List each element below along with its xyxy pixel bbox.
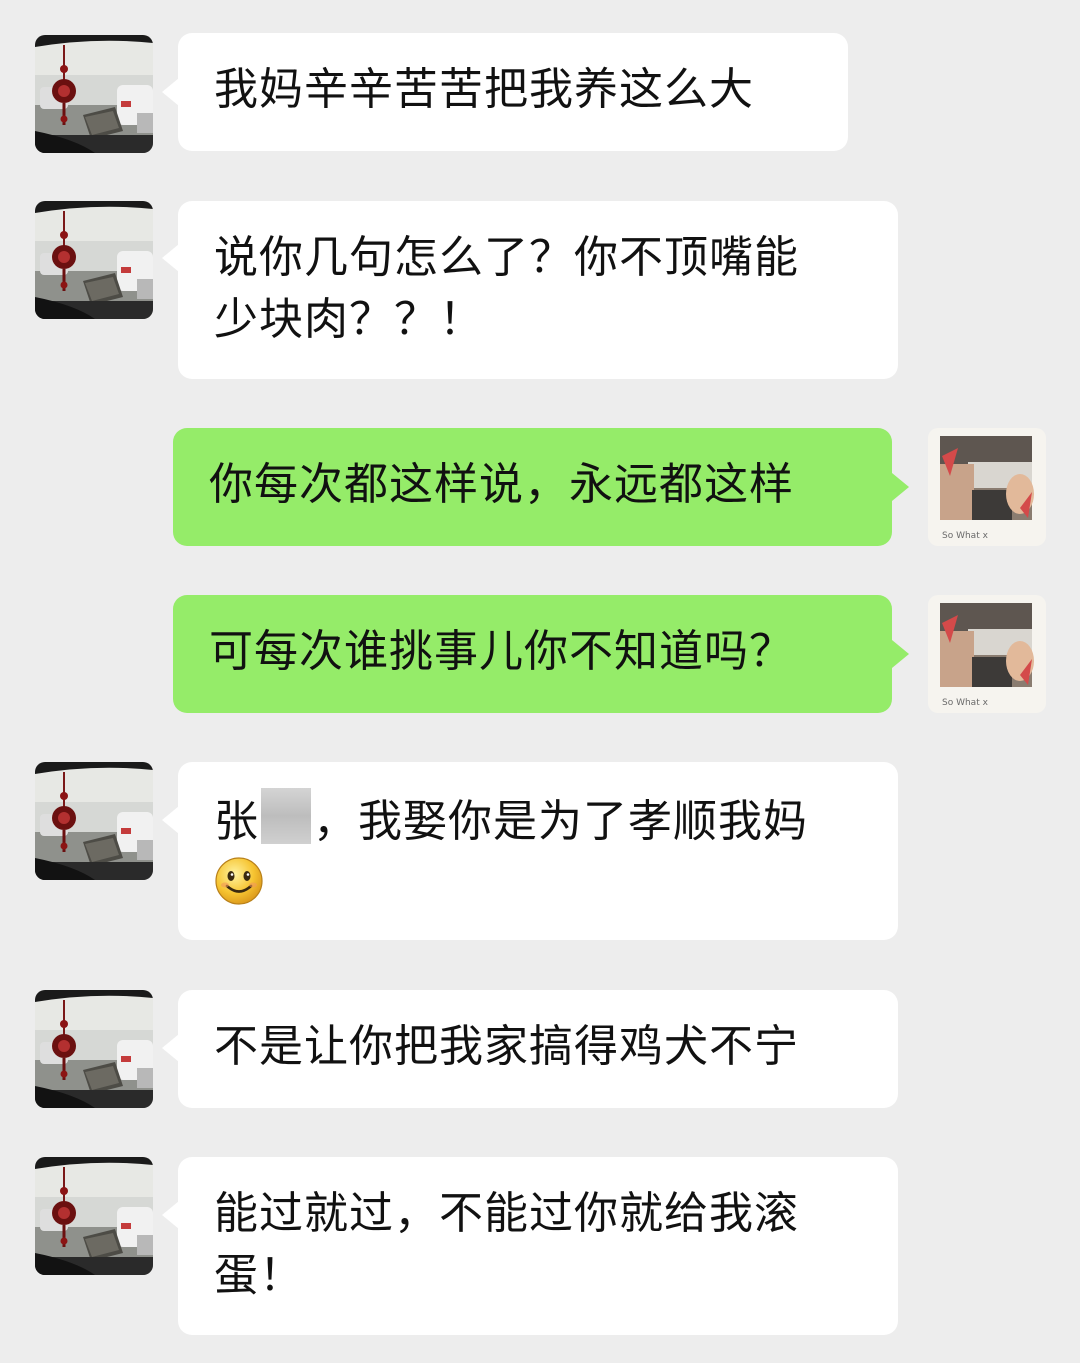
message-bubble-incoming[interactable]: 说你几句怎么了？你不顶嘴能 少块肉？？！ xyxy=(178,201,898,379)
message-text: 不是让你把我家搞得鸡犬不宁 xyxy=(214,1021,799,1072)
message-bubble-incoming[interactable]: 张 ，我娶你是为了孝顺我妈 xyxy=(178,762,898,940)
contact-avatar[interactable] xyxy=(35,1157,153,1275)
bubble-tail xyxy=(162,1201,179,1229)
bubble-tail xyxy=(162,244,179,272)
message-bubble-outgoing[interactable]: 可每次谁挑事儿你不知道吗？ xyxy=(173,595,892,713)
message-text-line: 说你几句怎么了？你不顶嘴能 xyxy=(214,232,799,283)
bubble-tail xyxy=(162,806,179,834)
message-bubble-incoming[interactable]: 不是让你把我家搞得鸡犬不宁 xyxy=(178,990,898,1108)
message-text-prefix: 张 xyxy=(214,796,259,847)
user-avatar[interactable] xyxy=(928,595,1046,713)
message-text-line: 蛋！ xyxy=(214,1250,304,1301)
contact-avatar[interactable] xyxy=(35,990,153,1108)
bubble-tail xyxy=(162,78,179,106)
message-text-line: 能过就过，不能过你就给我滚 xyxy=(214,1188,799,1239)
message-bubble-incoming[interactable]: 我妈辛辛苦苦把我养这么大 xyxy=(178,33,848,151)
contact-avatar[interactable] xyxy=(35,762,153,880)
user-avatar[interactable] xyxy=(928,428,1046,546)
bubble-tail xyxy=(162,1034,179,1062)
message-text-line xyxy=(214,853,864,915)
bubble-tail xyxy=(892,473,909,501)
message-text: 你每次都这样说，永远都这样 xyxy=(209,459,794,510)
message-bubble-outgoing[interactable]: 你每次都这样说，永远都这样 xyxy=(173,428,892,546)
contact-avatar[interactable] xyxy=(35,35,153,153)
smiling-face-icon xyxy=(215,857,263,905)
message-text-suffix: ，我娶你是为了孝顺我妈 xyxy=(313,796,808,847)
message-text-line: 少块肉？？！ xyxy=(214,294,484,345)
bubble-tail xyxy=(892,640,909,668)
message-text-line: 张 ，我娶你是为了孝顺我妈 xyxy=(214,788,864,853)
contact-avatar[interactable] xyxy=(35,201,153,319)
message-bubble-incoming[interactable]: 能过就过，不能过你就给我滚 蛋！ xyxy=(178,1157,898,1335)
redacted-name-blur xyxy=(261,788,311,844)
message-text: 我妈辛辛苦苦把我养这么大 xyxy=(214,64,754,115)
message-text: 可每次谁挑事儿你不知道吗？ xyxy=(209,626,794,677)
